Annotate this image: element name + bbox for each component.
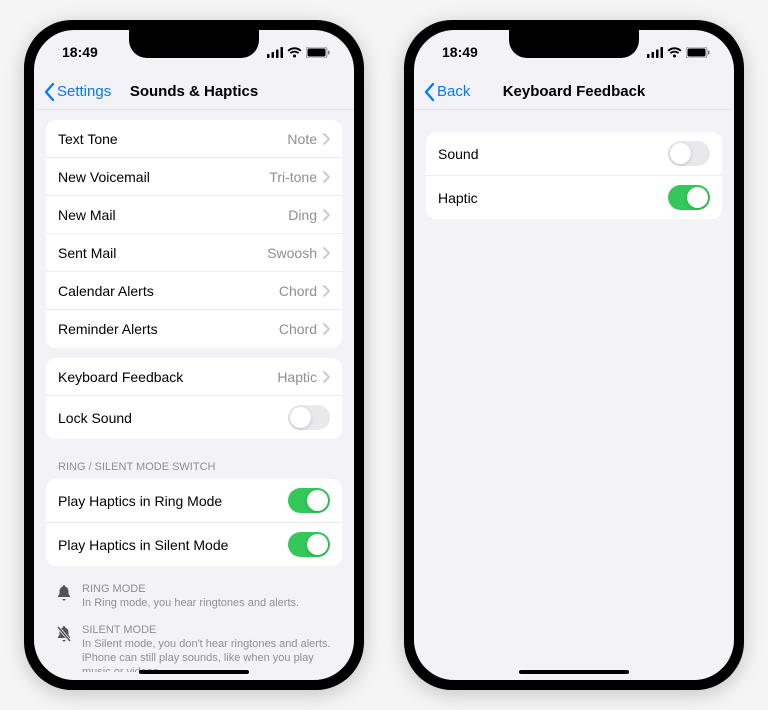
row-new-voicemail[interactable]: New Voicemail Tri-tone	[46, 158, 342, 196]
home-indicator[interactable]	[139, 670, 249, 674]
row-label: Sound	[438, 146, 478, 162]
nav-bar: Settings Sounds & Haptics	[34, 74, 354, 110]
nav-bar: Back Keyboard Feedback	[414, 74, 734, 110]
phone-right: 18:49 Back Keyboard Feedback Sound H	[404, 20, 744, 690]
chevron-right-icon	[323, 323, 330, 335]
row-value: Haptic	[277, 369, 317, 385]
row-label: Lock Sound	[58, 410, 132, 426]
row-value: Chord	[279, 283, 317, 299]
page-title: Sounds & Haptics	[130, 83, 258, 100]
ring-silent-section: Play Haptics in Ring Mode Play Haptics i…	[46, 479, 342, 566]
row-label: Calendar Alerts	[58, 283, 154, 299]
row-calendar-alerts[interactable]: Calendar Alerts Chord	[46, 272, 342, 310]
row-label: Text Tone	[58, 131, 118, 147]
row-label: Reminder Alerts	[58, 321, 158, 337]
row-haptics-ring: Play Haptics in Ring Mode	[46, 479, 342, 523]
back-label: Settings	[57, 83, 111, 100]
row-label: Play Haptics in Ring Mode	[58, 493, 222, 509]
row-label: Sent Mail	[58, 245, 116, 261]
row-label: Keyboard Feedback	[58, 369, 183, 385]
row-value: Swoosh	[267, 245, 317, 261]
row-label: New Mail	[58, 207, 116, 223]
sounds-section: Text Tone Note New Voicemail Tri-tone Ne…	[46, 120, 342, 348]
wifi-icon	[667, 47, 682, 58]
wifi-icon	[287, 47, 302, 58]
cellular-icon	[267, 47, 283, 58]
status-time: 18:49	[62, 44, 98, 60]
row-value: Chord	[279, 321, 317, 337]
row-sent-mail[interactable]: Sent Mail Swoosh	[46, 234, 342, 272]
cellular-icon	[647, 47, 663, 58]
row-text-tone[interactable]: Text Tone Note	[46, 120, 342, 158]
chevron-left-icon	[424, 83, 435, 101]
row-label: Play Haptics in Silent Mode	[58, 537, 228, 553]
ring-mode-text: In Ring mode, you hear ringtones and ale…	[82, 597, 299, 609]
chevron-right-icon	[323, 371, 330, 383]
haptic-toggle[interactable]	[668, 185, 710, 210]
row-keyboard-feedback[interactable]: Keyboard Feedback Haptic	[46, 358, 342, 396]
row-haptic: Haptic	[426, 176, 722, 219]
chevron-right-icon	[323, 247, 330, 259]
chevron-right-icon	[323, 171, 330, 183]
phone-left: 18:49 Settings Sounds & Haptics Text Ton…	[24, 20, 364, 690]
chevron-right-icon	[323, 209, 330, 221]
row-reminder-alerts[interactable]: Reminder Alerts Chord	[46, 310, 342, 348]
ring-haptics-toggle[interactable]	[288, 488, 330, 513]
bell-slash-icon	[56, 625, 72, 643]
back-button[interactable]: Back	[424, 83, 470, 101]
chevron-right-icon	[323, 285, 330, 297]
row-label: New Voicemail	[58, 169, 150, 185]
bell-icon	[56, 584, 72, 602]
status-icons	[647, 47, 710, 58]
content-right[interactable]: Sound Haptic	[414, 110, 734, 672]
row-new-mail[interactable]: New Mail Ding	[46, 196, 342, 234]
row-haptics-silent: Play Haptics in Silent Mode	[46, 523, 342, 566]
kb-feedback-section: Sound Haptic	[426, 132, 722, 219]
back-label: Back	[437, 83, 470, 100]
home-indicator[interactable]	[519, 670, 629, 674]
lock-sound-toggle[interactable]	[288, 405, 330, 430]
chevron-left-icon	[44, 83, 55, 101]
row-lock-sound: Lock Sound	[46, 396, 342, 439]
row-value: Ding	[288, 207, 317, 223]
status-time: 18:49	[442, 44, 478, 60]
page-title: Keyboard Feedback	[503, 83, 646, 100]
notch	[129, 30, 259, 58]
row-value: Note	[287, 131, 317, 147]
silent-mode-text: In Silent mode, you don't hear ringtones…	[82, 638, 331, 672]
status-icons	[267, 47, 330, 58]
ring-silent-header: RING / SILENT MODE SWITCH	[34, 449, 354, 477]
row-label: Haptic	[438, 190, 478, 206]
ring-mode-desc: RING MODEIn Ring mode, you hear ringtone…	[34, 576, 354, 617]
chevron-right-icon	[323, 133, 330, 145]
sound-toggle[interactable]	[668, 141, 710, 166]
feedback-section: Keyboard Feedback Haptic Lock Sound	[46, 358, 342, 439]
battery-icon	[686, 47, 710, 58]
silent-mode-desc: SILENT MODEIn Silent mode, you don't hea…	[34, 617, 354, 672]
content-left[interactable]: Text Tone Note New Voicemail Tri-tone Ne…	[34, 110, 354, 672]
screen-left: 18:49 Settings Sounds & Haptics Text Ton…	[34, 30, 354, 680]
back-button[interactable]: Settings	[44, 83, 111, 101]
battery-icon	[306, 47, 330, 58]
row-value: Tri-tone	[269, 169, 317, 185]
row-sound: Sound	[426, 132, 722, 176]
silent-haptics-toggle[interactable]	[288, 532, 330, 557]
ring-mode-heading: RING MODE	[82, 582, 299, 596]
notch	[509, 30, 639, 58]
screen-right: 18:49 Back Keyboard Feedback Sound H	[414, 30, 734, 680]
silent-mode-heading: SILENT MODE	[82, 623, 332, 637]
